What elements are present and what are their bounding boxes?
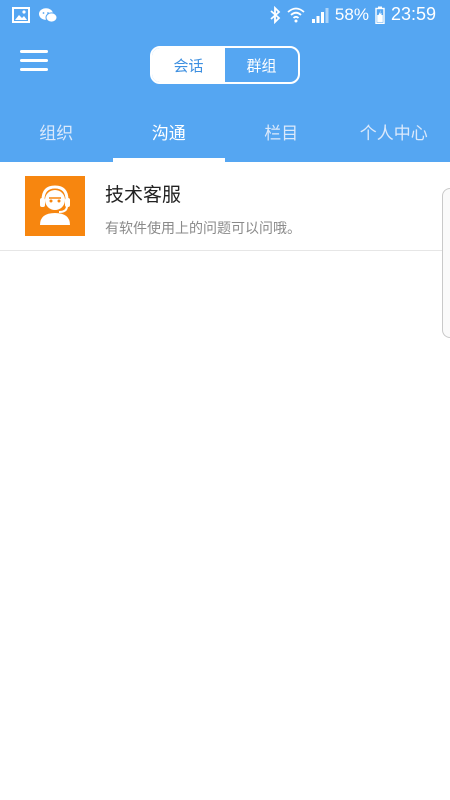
avatar [25, 176, 85, 236]
image-icon [12, 7, 30, 25]
battery-percent: 58% [334, 4, 369, 24]
segment-groups[interactable]: 群组 [225, 48, 298, 82]
tab-communication[interactable]: 沟通 [112, 112, 226, 162]
conversation-list: 技术客服 有软件使用上的问题可以问哦。 [0, 162, 450, 251]
wifi-icon [287, 6, 305, 24]
customer-service-headset-icon [32, 181, 78, 231]
edge-panel-handle[interactable] [442, 188, 450, 338]
main-tabs: 组织 沟通 栏目 个人中心 [0, 112, 450, 162]
segment-conversations[interactable]: 会话 [152, 48, 225, 82]
status-left [12, 7, 58, 25]
conversation-title: 技术客服 [105, 184, 182, 206]
wechat-icon [38, 7, 58, 25]
conversation-group-toggle: 会话 群组 [150, 46, 300, 84]
tab-organization[interactable]: 组织 [0, 112, 113, 162]
bluetooth-icon [269, 5, 281, 24]
clock: 23:59 [390, 4, 436, 24]
battery-icon [375, 6, 385, 24]
signal-icon [311, 6, 329, 24]
status-right: 58% 23:59 [269, 4, 436, 25]
hamburger-menu-icon [20, 50, 50, 71]
status-bar: 58% 23:59 [0, 0, 450, 32]
tab-personal-center[interactable]: 个人中心 [338, 112, 450, 162]
list-item[interactable]: 技术客服 有软件使用上的问题可以问哦。 [0, 162, 450, 251]
conversation-preview: 有软件使用上的问题可以问哦。 [105, 221, 301, 237]
tab-columns[interactable]: 栏目 [225, 112, 338, 162]
menu-button[interactable] [20, 50, 50, 74]
